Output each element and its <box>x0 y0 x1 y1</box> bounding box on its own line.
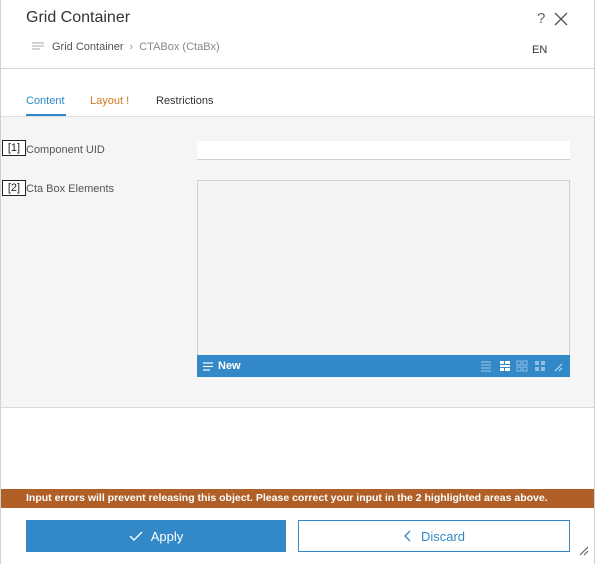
content-form: [1] Component UID [2] Cta Box Elements N… <box>1 117 594 408</box>
apply-button[interactable]: Apply <box>26 520 286 552</box>
dialog-title: Grid Container <box>26 9 131 26</box>
component-uid-input[interactable] <box>197 141 570 160</box>
new-element-label: New <box>218 360 241 372</box>
breadcrumb-item[interactable]: Grid Container <box>52 41 124 53</box>
dialog-resize-grip-icon[interactable] <box>579 546 589 556</box>
close-icon[interactable] <box>553 11 569 27</box>
cta-box-elements-list[interactable] <box>197 180 570 377</box>
cta-box-elements-label: Cta Box Elements <box>26 183 115 195</box>
help-icon[interactable]: ? <box>537 10 549 28</box>
breadcrumb-item-current: CTABox (CtaBx) <box>139 41 220 53</box>
tab-layout[interactable]: Layout ! <box>90 95 129 107</box>
active-tab-indicator <box>26 114 66 116</box>
apply-button-label: Apply <box>150 528 184 544</box>
tab-restrictions[interactable]: Restrictions <box>156 95 213 107</box>
dialog: Grid Container ? Grid Container › CTABox… <box>0 0 595 564</box>
list-toolbar: New <box>197 355 570 377</box>
dialog-header: Grid Container ? Grid Container › CTABox… <box>1 0 594 69</box>
field-marker: [1] <box>2 140 26 156</box>
breadcrumb-menu-icon <box>32 42 44 50</box>
tree-view-icon[interactable] <box>499 360 511 372</box>
tab-bar: Content Layout ! Restrictions <box>1 69 594 117</box>
resize-icon[interactable] <box>554 363 563 372</box>
new-element-button[interactable]: New <box>203 359 241 373</box>
error-message-bar: Input errors will prevent releasing this… <box>1 489 594 508</box>
field-marker: [2] <box>2 180 26 196</box>
tab-content[interactable]: Content <box>26 95 65 107</box>
check-icon <box>129 531 143 541</box>
list-new-icon <box>203 361 213 371</box>
component-uid-label: Component UID <box>26 144 105 156</box>
breadcrumb: Grid Container › CTABox (CtaBx) <box>32 41 220 53</box>
tiles-view-icon[interactable] <box>534 360 546 372</box>
language-selector[interactable]: EN <box>532 44 547 56</box>
discard-button-label: Discard <box>420 528 466 544</box>
discard-button[interactable]: Discard <box>298 520 570 552</box>
list-view-icon[interactable] <box>480 360 492 372</box>
breadcrumb-separator: › <box>129 41 134 53</box>
grid-view-icon[interactable] <box>516 360 528 372</box>
chevron-left-icon <box>404 530 411 542</box>
